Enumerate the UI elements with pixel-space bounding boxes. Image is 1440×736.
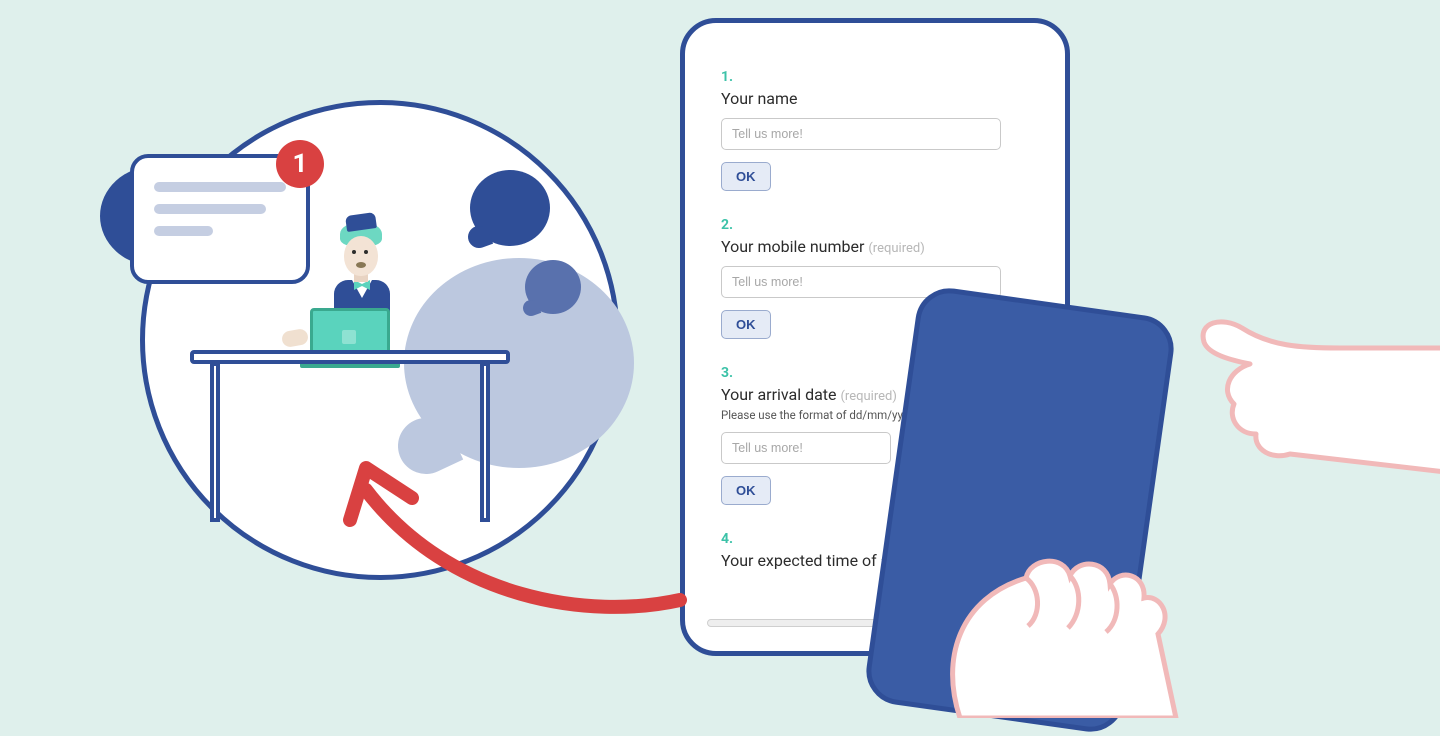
question-number: 1. (721, 69, 1029, 85)
name-input[interactable] (721, 118, 1001, 150)
ok-button-1[interactable]: OK (721, 162, 771, 191)
pointing-hand-illustration (1180, 308, 1440, 508)
speech-bubble-small (525, 260, 581, 314)
notification-badge: 1 (276, 140, 324, 188)
question-label: Your mobile number (required) (721, 237, 1029, 256)
question-label: Your name (721, 89, 1029, 108)
concierge-illustration: 1 (140, 100, 620, 580)
question-1: 1. Your name OK (721, 69, 1029, 211)
ok-button-3[interactable]: OK (721, 476, 771, 505)
speech-bubble-right (470, 170, 550, 246)
holding-hand-illustration (930, 528, 1190, 718)
reception-desk (200, 350, 500, 520)
chat-message-card: 1 (130, 154, 310, 284)
ok-button-2[interactable]: OK (721, 310, 771, 339)
question-number: 2. (721, 217, 1029, 233)
arrival-date-input[interactable] (721, 432, 891, 464)
